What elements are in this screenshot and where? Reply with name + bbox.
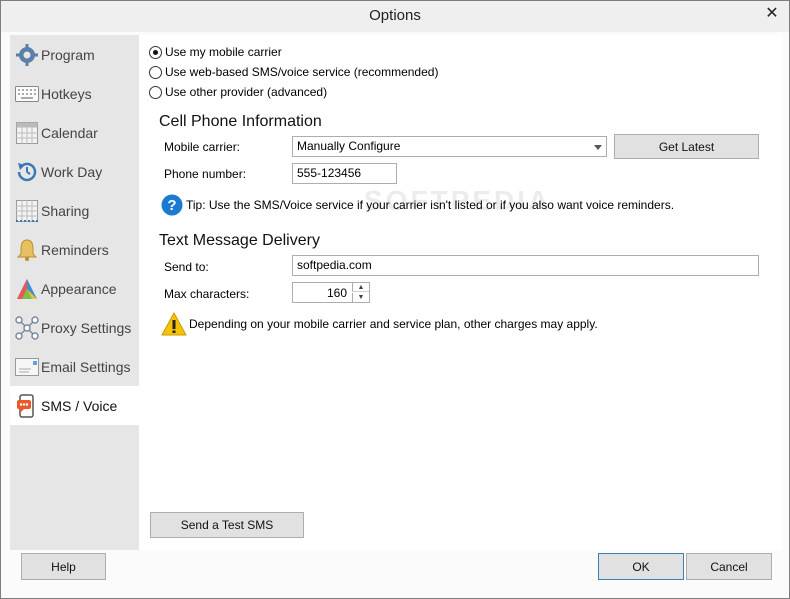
sidebar-item-label: Hotkeys [41,85,92,102]
mobile-carrier-label: Mobile carrier: [164,140,241,154]
sms-voice-panel: SOFTPEDIA Use my mobile carrier Use web-… [139,35,782,550]
send-to-label: Send to: [164,260,209,274]
radio-button[interactable] [149,85,162,99]
sidebar-item-reminders[interactable]: Reminders [10,230,139,269]
sidebar-item-label: Calendar [41,124,98,141]
sidebar-item-label: Email Settings [41,358,131,375]
envelope-icon [14,354,40,380]
question-icon: ? [161,194,183,216]
sharing-icon [14,198,40,224]
sidebar-item-hotkeys[interactable]: Hotkeys [10,74,139,113]
sidebar-item-email-settings[interactable]: Email Settings [10,347,139,386]
max-characters-stepper[interactable]: 160 ▲ ▼ [292,282,370,303]
radio-label: Use other provider (advanced) [165,85,328,99]
sidebar-item-label: Sharing [41,202,90,219]
sidebar-item-program[interactable]: Program [10,35,139,74]
send-test-sms-button[interactable]: Send a Test SMS [150,512,304,538]
window-title: Options [369,7,421,24]
radio-button[interactable] [149,45,162,59]
title-bar: Options ✕ [1,1,789,32]
phone-number-field[interactable]: 555-123456 [292,163,397,184]
sidebar-item-label: Proxy Settings [41,319,132,336]
sidebar-item-appearance[interactable]: Appearance [10,269,139,308]
cell-phone-section-title: Cell Phone Information [159,113,322,130]
sidebar-item-sms-voice[interactable]: SMS / Voice [10,386,139,425]
sidebar-item-label: Appearance [41,280,117,297]
sidebar-item-label: Work Day [41,163,103,180]
max-characters-value: 160 [326,286,347,300]
clock-icon [14,159,40,185]
sidebar-item-label: Reminders [41,241,109,258]
mobile-carrier-select[interactable]: Manually Configure [292,136,607,157]
tip-row: ? Tip: Use the SMS/Voice service if your… [161,194,674,216]
svg-text:?: ? [167,197,176,214]
gear-icon [14,42,40,68]
cancel-button[interactable]: Cancel [686,553,772,580]
mobile-carrier-value: Manually Configure [297,139,401,153]
network-icon [14,315,40,341]
radio-label: Use web-based SMS/voice service (recomme… [165,65,439,79]
spin-up-icon[interactable]: ▲ [352,283,369,292]
sidebar-item-sharing[interactable]: Sharing [10,191,139,230]
spin-down-icon[interactable]: ▼ [352,293,369,302]
phone-number-label: Phone number: [164,167,247,181]
warning-icon [161,311,187,336]
keyboard-icon [14,81,40,107]
get-latest-button[interactable]: Get Latest [614,134,759,159]
radio-use-other-provider[interactable]: Use other provider (advanced) [149,85,327,99]
bell-icon [14,237,40,263]
options-sidebar: Program Hotkeys Calendar Work Day Sharin… [10,35,139,550]
warning-text: Depending on your mobile carrier and ser… [189,317,598,331]
sidebar-item-label: SMS / Voice [41,397,118,414]
sidebar-item-calendar[interactable]: Calendar [10,113,139,152]
text-delivery-section-title: Text Message Delivery [159,232,320,249]
sidebar-item-label: Program [41,46,95,63]
warning-row: Depending on your mobile carrier and ser… [161,311,598,336]
radio-use-mobile-carrier[interactable]: Use my mobile carrier [149,45,282,59]
phone-sms-icon [14,393,40,419]
options-window: Options ✕ Program Hotkeys Calendar Work … [0,0,790,599]
send-to-field[interactable]: softpedia.com [292,255,759,276]
chevron-down-icon[interactable] [594,145,602,150]
tip-text: Tip: Use the SMS/Voice service if your c… [186,198,675,212]
calendar-icon [14,120,40,146]
palette-icon [14,276,40,302]
radio-label: Use my mobile carrier [165,45,282,59]
radio-use-web-service[interactable]: Use web-based SMS/voice service (recomme… [149,65,438,79]
help-button[interactable]: Help [21,553,106,580]
sidebar-item-proxy-settings[interactable]: Proxy Settings [10,308,139,347]
close-icon[interactable]: ✕ [761,5,783,25]
max-characters-label: Max characters: [164,287,250,301]
ok-button[interactable]: OK [598,553,684,580]
sidebar-item-work-day[interactable]: Work Day [10,152,139,191]
radio-button[interactable] [149,65,162,79]
